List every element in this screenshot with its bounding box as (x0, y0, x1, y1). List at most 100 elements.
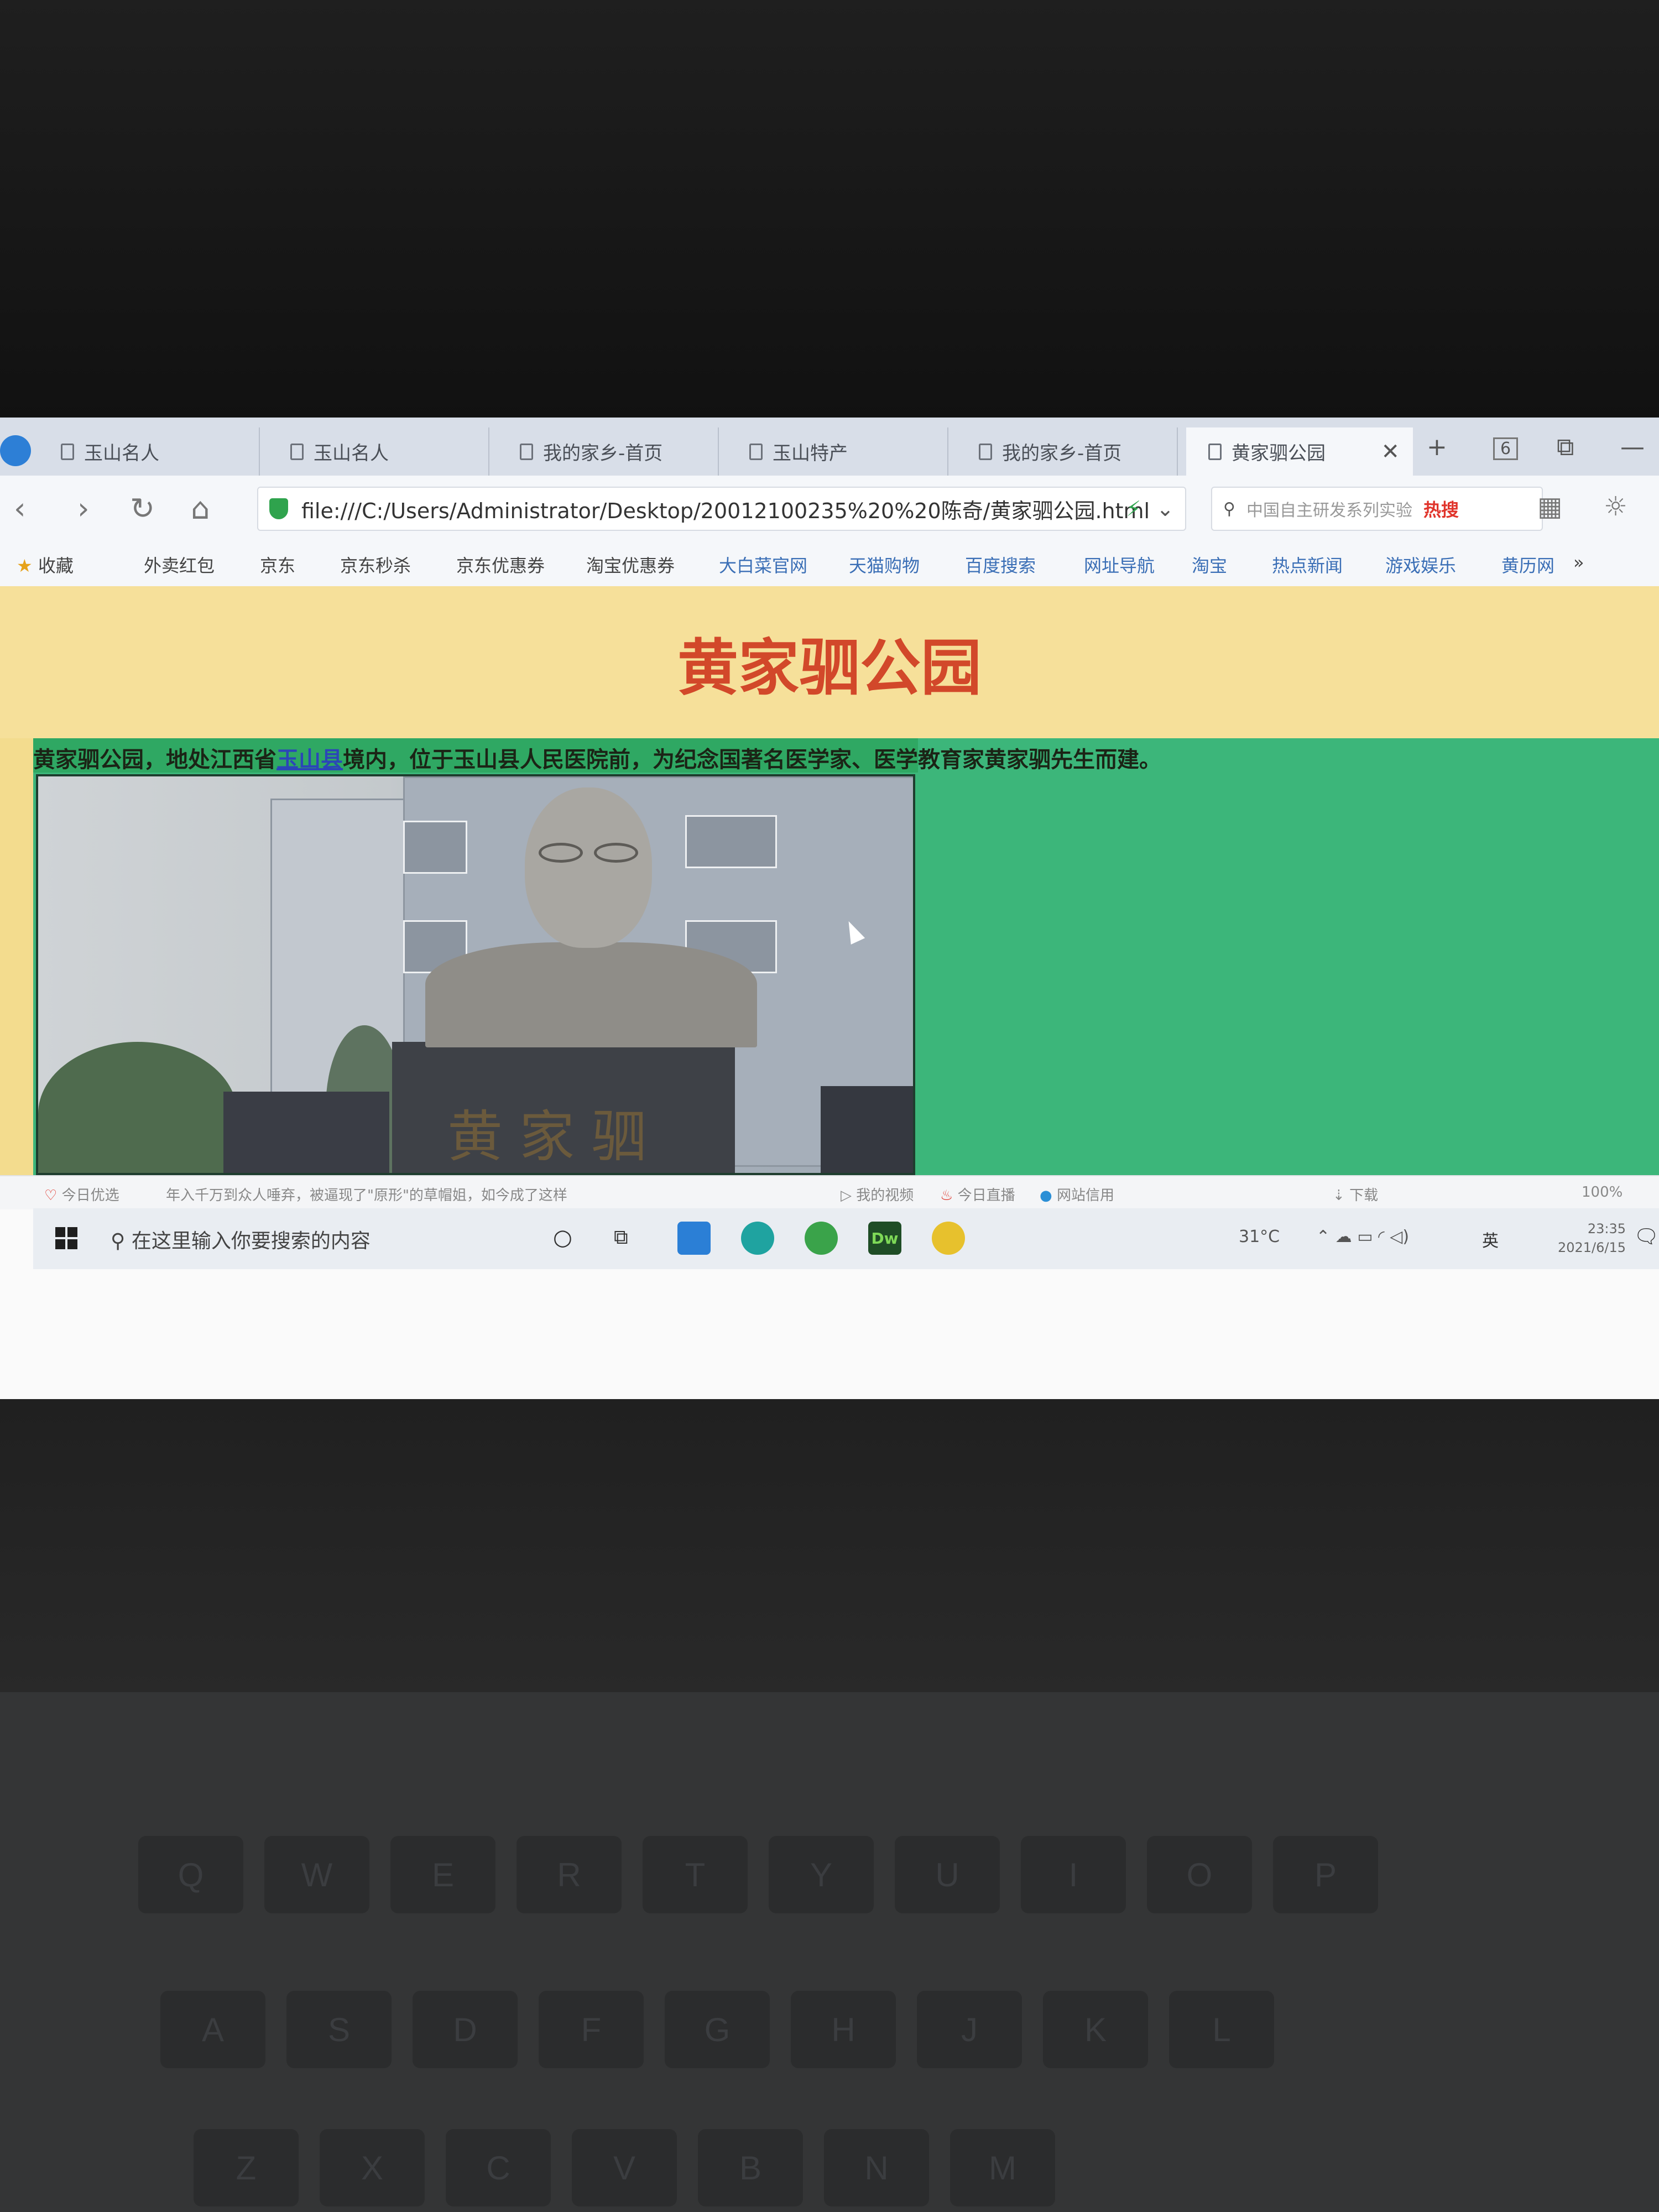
search-icon: ⚲ (1223, 499, 1235, 519)
key-a: A (160, 1991, 265, 2068)
taskbar-clock[interactable]: 23:35 2021/6/15 (1558, 1219, 1626, 1257)
bookmark-item[interactable]: 百度搜索 (965, 552, 1036, 577)
tab-label: 我的家乡-首页 (543, 442, 663, 465)
mail-app-icon[interactable] (677, 1222, 711, 1255)
page-icon (290, 443, 304, 460)
task-view-icon[interactable]: ⧉ (614, 1226, 628, 1249)
today-picks-label: 今日优选 (61, 1187, 119, 1204)
key-z: Z (194, 2129, 299, 2206)
photo-glasses-right (594, 843, 638, 863)
site-credit[interactable]: ● 网站信用 (1040, 1184, 1114, 1204)
clock-time: 23:35 (1587, 1221, 1626, 1237)
tab-yushan-celebrities-1[interactable]: 玉山名人 (39, 427, 260, 476)
tab-count-badge[interactable]: 6 (1493, 437, 1519, 460)
bookmark-item[interactable]: 网址导航 (1084, 552, 1155, 577)
page-icon (979, 443, 992, 460)
key-q: Q (138, 1836, 243, 1913)
bookmark-label: 收藏 (38, 555, 74, 576)
keyboard-row-zxcv: ZXCVBNM (0, 2129, 1659, 2212)
flame-icon: ♨ (940, 1187, 953, 1204)
tab-yushan-celebrities-2[interactable]: 玉山名人 (268, 427, 489, 476)
forward-icon[interactable]: › (77, 491, 90, 526)
news-ticker[interactable]: 年入千万到众人唾弃，被逼现了"原形"的草帽姐，如今成了这样 (166, 1184, 567, 1204)
tab-label: 玉山名人 (84, 442, 159, 465)
my-videos-label: 我的视频 (856, 1187, 914, 1204)
bookmark-item[interactable]: 淘宝优惠券 (586, 552, 675, 577)
windows-start-icon[interactable] (55, 1227, 77, 1249)
bookmark-item[interactable]: 天猫购物 (849, 552, 920, 577)
dreamweaver-icon[interactable]: Dw (868, 1222, 901, 1255)
yushan-county-link[interactable]: 玉山县 (276, 747, 343, 773)
close-tab-icon[interactable]: ✕ (1381, 439, 1400, 465)
key-u: U (895, 1836, 1000, 1913)
secure-shield-icon (269, 498, 288, 519)
browser-tab-bar: 玉山名人 玉山名人 我的家乡-首页 玉山特产 我的家乡-首页 黄家驷公园 ✕ +… (0, 418, 1659, 476)
laptop-keyboard: QWERTYUIOP ASDFGHJKL ZXCVBNM (0, 1692, 1659, 2212)
page-heading: 黄家驷公园 (677, 632, 982, 703)
bookmarks-more-icon[interactable]: » (1573, 552, 1584, 573)
bookmark-item[interactable]: 黄历网 (1501, 552, 1554, 577)
key-e: E (390, 1836, 495, 1913)
statue-photo: 黄家驷 (36, 774, 915, 1175)
tab-hometown-home-1[interactable]: 我的家乡-首页 (498, 427, 719, 476)
bookmark-item[interactable]: 京东秒杀 (340, 552, 411, 577)
downloads-label: 下载 (1349, 1187, 1379, 1204)
bookmark-item[interactable]: 热点新闻 (1272, 552, 1343, 577)
keyboard-row-qwerty: QWERTYUIOP (0, 1836, 1659, 1919)
ime-indicator[interactable]: 英 (1482, 1227, 1499, 1251)
cortana-icon[interactable]: ○ (553, 1225, 572, 1250)
edge-icon[interactable] (741, 1222, 774, 1255)
minimize-icon[interactable]: — (1620, 433, 1645, 461)
my-videos[interactable]: ▷ 我的视频 (841, 1184, 914, 1204)
notification-icon[interactable]: 🗨 (1634, 1225, 1659, 1248)
tray-icons[interactable]: ⌃ ☁ ▭ ◜ ◁) (1316, 1227, 1409, 1246)
bookmark-item[interactable]: 大白菜官网 (719, 552, 807, 577)
key-y: Y (769, 1836, 874, 1913)
zoom-level[interactable]: 100% (1582, 1184, 1623, 1201)
key-f: F (539, 1991, 644, 2068)
photo-bust-body (425, 942, 757, 1047)
key-b: B (698, 2129, 803, 2206)
photo-bust-head (525, 787, 652, 948)
page-icon (520, 443, 533, 460)
tab-huangjiasi-park[interactable]: 黄家驷公园 ✕ (1186, 427, 1413, 476)
ie-browser-icon[interactable] (805, 1222, 838, 1255)
page-icon (1208, 443, 1222, 460)
settings-icon[interactable]: ☼ (1604, 491, 1627, 522)
taskbar-search[interactable]: ⚲ 在这里输入你要搜索的内容 (111, 1225, 371, 1254)
bookmark-item[interactable]: 外卖红包 (144, 552, 215, 577)
tab-hometown-home-2[interactable]: 我的家乡-首页 (957, 427, 1178, 476)
star-icon: ★ (17, 555, 33, 576)
key-r: R (517, 1836, 622, 1913)
hot-search-label[interactable]: 热搜 (1423, 496, 1459, 521)
home-icon[interactable]: ⌂ (191, 491, 210, 526)
downloads[interactable]: ⇣ 下载 (1333, 1184, 1378, 1204)
lightning-icon[interactable]: ⚡ (1126, 497, 1141, 521)
browser-taskbar-icon[interactable] (932, 1222, 965, 1255)
apps-grid-icon[interactable]: ▦ (1537, 491, 1562, 522)
tab-label: 我的家乡-首页 (1002, 442, 1122, 465)
bookmark-item[interactable]: 京东优惠券 (456, 552, 545, 577)
browser-logo-icon[interactable] (0, 435, 31, 466)
address-text[interactable]: file:///C:/Users/Administrator/Desktop/2… (301, 494, 1150, 524)
tab-label: 玉山特产 (773, 442, 848, 465)
key-o: O (1147, 1836, 1252, 1913)
address-bar[interactable]: file:///C:/Users/Administrator/Desktop/2… (257, 487, 1186, 531)
new-tab-icon[interactable]: + (1427, 433, 1447, 461)
clock-date: 2021/6/15 (1557, 1240, 1626, 1255)
photo-plaque-text: 黄家驷 (447, 1104, 663, 1169)
restore-tabs-icon[interactable]: ⧉ (1557, 433, 1574, 461)
reload-icon[interactable]: ↻ (130, 491, 155, 526)
today-picks[interactable]: ♡ 今日优选 (44, 1184, 119, 1204)
bookmark-item[interactable]: 游戏娱乐 (1385, 552, 1456, 577)
bookmark-favorites[interactable]: ★ 收藏 (17, 552, 74, 577)
bookmark-item[interactable]: 京东 (260, 552, 295, 577)
chevron-down-icon[interactable]: ⌄ (1156, 497, 1174, 521)
tab-label: 玉山名人 (314, 442, 389, 465)
search-box[interactable]: ⚲ 中国自主研发系列实验 热搜 (1211, 487, 1543, 531)
live-today[interactable]: ♨ 今日直播 (940, 1184, 1015, 1204)
weather-temperature[interactable]: 31°C (1239, 1227, 1280, 1246)
bookmark-item[interactable]: 淘宝 (1192, 552, 1227, 577)
back-icon[interactable]: ‹ (14, 491, 26, 526)
tab-yushan-specialties[interactable]: 玉山特产 (727, 427, 948, 476)
